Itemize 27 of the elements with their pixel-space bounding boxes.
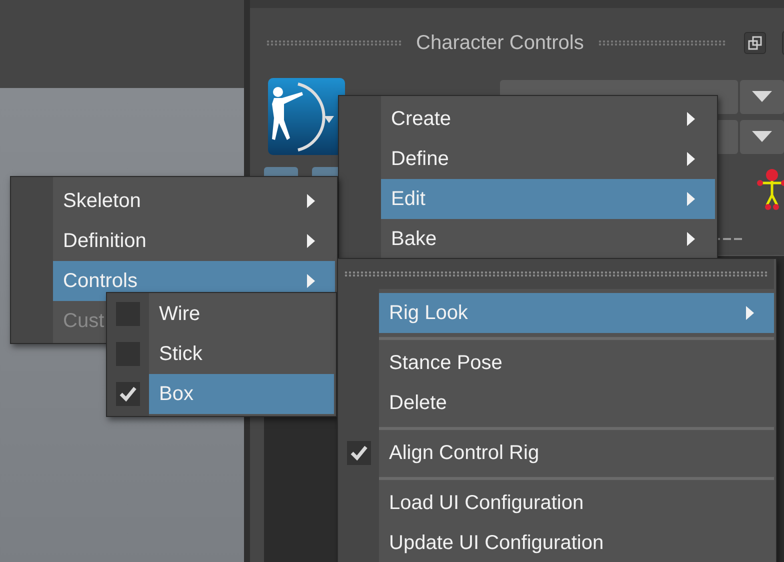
dropdown-button[interactable]: [740, 80, 784, 114]
dropdown-button[interactable]: [740, 120, 784, 154]
menu-item[interactable]: Define: [381, 139, 715, 179]
check-icon: [119, 386, 137, 402]
checkbox[interactable]: [116, 382, 140, 406]
float-window-icon[interactable]: [744, 32, 766, 54]
menu-item[interactable]: Stick: [149, 334, 334, 374]
menu-item[interactable]: Box: [149, 374, 334, 414]
menu-item[interactable]: Update UI Configuration: [379, 523, 774, 562]
check-icon: [350, 445, 368, 461]
menu-item[interactable]: Create: [381, 99, 715, 139]
menu-item[interactable]: Definition: [53, 221, 335, 261]
tear-off-handle[interactable]: [338, 259, 774, 289]
menu-item[interactable]: Delete: [379, 383, 774, 423]
menu-item[interactable]: Rig Look: [379, 293, 774, 333]
character-menu-button[interactable]: [268, 78, 345, 155]
menu-item[interactable]: Bake: [381, 219, 715, 259]
caret-icon: [752, 91, 772, 103]
panel-title: Character Controls: [415, 32, 585, 54]
caret-icon: [752, 131, 772, 143]
checkbox[interactable]: [346, 441, 370, 465]
menu-item[interactable]: Load UI Configuration: [379, 483, 774, 523]
menu-item[interactable]: Edit: [381, 179, 715, 219]
menu-item[interactable]: Skeleton: [53, 181, 335, 221]
menu-item[interactable]: Stance Pose: [379, 343, 774, 383]
menu-item[interactable]: Align Control Rig: [379, 433, 774, 473]
character-figure-icon[interactable]: [754, 167, 784, 211]
